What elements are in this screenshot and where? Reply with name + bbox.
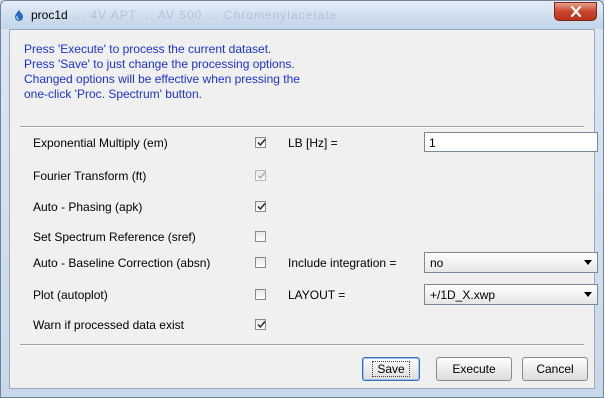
checkmark-icon [257, 203, 266, 211]
option-label: Warn if processed data exist [33, 318, 184, 332]
background-window-title: ... 4V APT ... AV 500 ... Chromenylaceta… [73, 8, 338, 22]
option-label: Auto - Baseline Correction (absn) [33, 256, 211, 270]
save-button-label: Save [372, 361, 410, 377]
window-title: proc1d [31, 8, 68, 22]
lb-input[interactable]: 1 [424, 132, 598, 152]
option-label: Exponential Multiply (em) [33, 136, 168, 150]
layout-value: +/1D_X.xwp [430, 288, 496, 302]
integration-select[interactable]: no [424, 252, 598, 273]
option-row-autoplot: Plot (autoplot) LAYOUT = +/1D_X.xwp [10, 284, 598, 306]
dialog-window: proc1d ... 4V APT ... AV 500 ... Chromen… [0, 0, 604, 398]
app-icon [15, 9, 23, 21]
save-button[interactable]: Save [362, 357, 420, 381]
option-label: Plot (autoplot) [33, 288, 108, 302]
info-line: one-click 'Proc. Spectrum' button. [24, 87, 202, 101]
checkbox-apk[interactable] [255, 201, 266, 212]
info-line: Press 'Execute' to process the current d… [24, 42, 272, 56]
checkbox-warn[interactable] [255, 319, 266, 330]
lb-label: LB [Hz] = [288, 136, 338, 150]
close-icon [570, 6, 582, 17]
option-row-ft: Fourier Transform (ft) [10, 165, 594, 187]
option-label: Set Spectrum Reference (sref) [33, 230, 196, 244]
info-text: Press 'Execute' to process the current d… [24, 42, 300, 102]
option-row-em: Exponential Multiply (em) LB [Hz] = 1 [10, 132, 598, 154]
dialog-content: Press 'Execute' to process the current d… [9, 29, 598, 389]
info-line: Changed options will be effective when p… [24, 72, 300, 86]
integration-label: Include integration = [288, 256, 397, 270]
close-button[interactable] [554, 2, 597, 21]
checkbox-em[interactable] [255, 137, 266, 148]
layout-select[interactable]: +/1D_X.xwp [424, 284, 598, 305]
option-row-warn: Warn if processed data exist [10, 314, 594, 336]
cancel-button[interactable]: Cancel [522, 357, 588, 381]
checkmark-icon [257, 321, 266, 329]
separator [20, 344, 584, 346]
checkmark-icon [257, 139, 266, 147]
checkbox-ft [255, 170, 266, 181]
separator [20, 126, 584, 128]
checkmark-icon [257, 172, 266, 180]
option-label: Fourier Transform (ft) [33, 169, 147, 183]
option-row-absn: Auto - Baseline Correction (absn) Includ… [10, 252, 598, 274]
title-bar[interactable]: proc1d ... 4V APT ... AV 500 ... Chromen… [1, 1, 603, 29]
layout-label: LAYOUT = [288, 288, 346, 302]
chevron-down-icon [584, 260, 592, 265]
checkbox-absn[interactable] [255, 257, 266, 268]
chevron-down-icon [584, 292, 592, 297]
checkbox-autoplot[interactable] [255, 289, 266, 300]
option-row-sref: Set Spectrum Reference (sref) [10, 226, 594, 248]
option-label: Auto - Phasing (apk) [33, 200, 143, 214]
info-line: Press 'Save' to just change the processi… [24, 57, 295, 71]
integration-value: no [430, 256, 444, 270]
checkbox-sref[interactable] [255, 231, 266, 242]
option-row-apk: Auto - Phasing (apk) [10, 196, 594, 218]
execute-button[interactable]: Execute [436, 357, 512, 381]
